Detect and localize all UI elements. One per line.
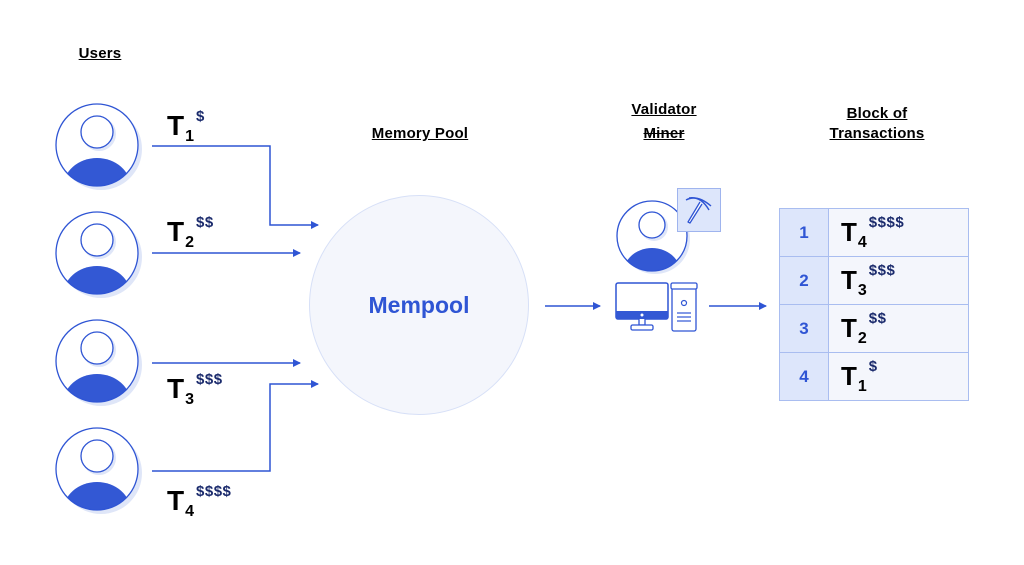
tx-index: 1 [857, 377, 867, 395]
order-cell: 1 [779, 208, 829, 257]
table-row: 1 T4$$$$ [779, 208, 969, 257]
tx-letter: T [167, 216, 185, 247]
user-avatar-icon [55, 103, 142, 190]
tx-letter: T [167, 373, 185, 404]
order-cell: 4 [779, 352, 829, 401]
table-row: 3 T2$$ [779, 304, 969, 353]
tx-letter: T [841, 216, 857, 247]
user-transaction-label: T2$$ [167, 214, 214, 252]
tx-letter: T [841, 360, 857, 391]
pickaxe-icon [677, 188, 721, 232]
tx-letter: T [841, 264, 857, 295]
user-transaction-label: T4$$$$ [167, 483, 231, 521]
tx-letter: T [841, 312, 857, 343]
block-of-transactions-table: 1 T4$$$$ 2 T3$$$ 3 T2$$ 4 T1$ [779, 208, 969, 401]
tx-fee: $$$$ [868, 213, 905, 231]
tx-index: 4 [857, 233, 867, 251]
tx-fee: $$ [868, 309, 887, 327]
tx-index: 4 [185, 503, 195, 520]
tx-fee: $ [868, 357, 878, 375]
tx-fee: $$ [196, 214, 214, 231]
tx-index: 3 [185, 391, 195, 408]
table-row: 4 T1$ [779, 352, 969, 401]
mempool-circle: Mempool [309, 195, 529, 415]
user-transaction-label: T3$$$ [167, 371, 223, 409]
tx-fee: $ [196, 108, 205, 125]
tx-index: 3 [857, 281, 867, 299]
mempool-label: Mempool [368, 291, 470, 318]
computer-tower-icon [670, 282, 698, 332]
user-avatar-icon [55, 211, 142, 298]
computer-monitor-icon [615, 282, 669, 331]
tx-fee: $$$ [196, 371, 223, 388]
tx-letter: T [167, 110, 185, 141]
transaction-cell: T3$$$ [828, 256, 969, 305]
table-row: 2 T3$$$ [779, 256, 969, 305]
order-cell: 2 [779, 256, 829, 305]
order-cell: 3 [779, 304, 829, 353]
tx-index: 1 [185, 128, 195, 145]
tx-fee: $$$$ [196, 483, 232, 500]
tx-letter: T [167, 485, 185, 516]
user-avatar-icon [55, 319, 142, 406]
tx-fee: $$$ [868, 261, 896, 279]
user-avatar-icon [55, 427, 142, 514]
transaction-cell: T1$ [828, 352, 969, 401]
user-transaction-label: T1$ [167, 108, 205, 146]
tx-index: 2 [185, 234, 195, 251]
transaction-cell: T4$$$$ [828, 208, 969, 257]
tx-index: 2 [857, 329, 867, 347]
transaction-cell: T2$$ [828, 304, 969, 353]
